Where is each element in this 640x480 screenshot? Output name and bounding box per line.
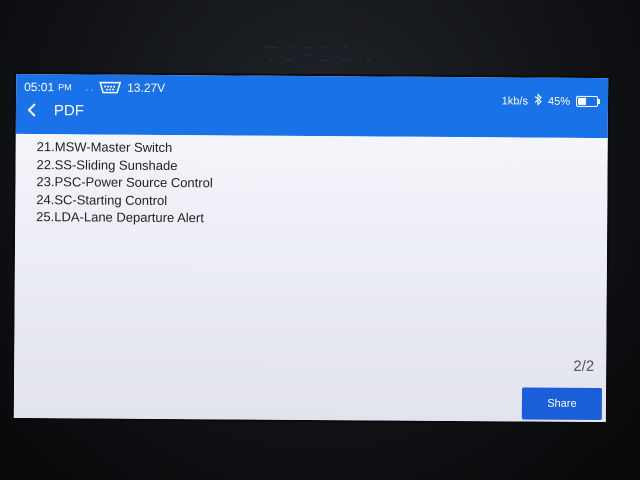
status-ampm: PM (58, 82, 72, 93)
pdf-viewer[interactable]: 21.MSW-Master Switch 22.SS-Sliding Sunsh… (13, 133, 608, 423)
app-top-bar: 05:01 PM . . 13.27V 1kb/s 45% PDF (15, 73, 609, 139)
device-screen: 05:01 PM . . 13.27V 1kb/s 45% PDF 21.MSW… (13, 73, 609, 423)
chevron-left-icon[interactable] (22, 100, 42, 120)
status-bar-left: 05:01 PM . . 13.27V (24, 80, 165, 95)
bluetooth-icon (534, 93, 542, 109)
notification-dots: . . (85, 82, 94, 93)
document-line: 22.SS-Sliding Sunshade (36, 156, 178, 173)
document-lines: 21.MSW-Master Switch 22.SS-Sliding Sunsh… (36, 138, 213, 227)
status-time: 05:01 (24, 79, 55, 95)
network-speed: 1kb/s (501, 94, 529, 108)
battery-icon (575, 95, 599, 108)
document-line: 23.PSC-Power Source Control (36, 174, 213, 191)
vehicle-connector-icon (99, 81, 122, 94)
document-line: 25.LDA-Lane Departure Alert (36, 209, 204, 226)
header-row: PDF (22, 100, 84, 120)
status-bar-right: 1kb/s 45% (501, 93, 599, 109)
battery-level-fill (578, 97, 587, 105)
page-title: PDF (53, 101, 85, 119)
page-indicator: 2/2 (573, 357, 595, 375)
document-line: 21.MSW-Master Switch (36, 139, 173, 156)
battery-voltage: 13.27V (127, 80, 166, 95)
share-button[interactable]: Share (521, 387, 603, 421)
document-line: 24.SC-Starting Control (36, 191, 168, 208)
battery-percent: 45% (547, 95, 571, 108)
device-brand-logo: TOPDON (264, 40, 376, 65)
